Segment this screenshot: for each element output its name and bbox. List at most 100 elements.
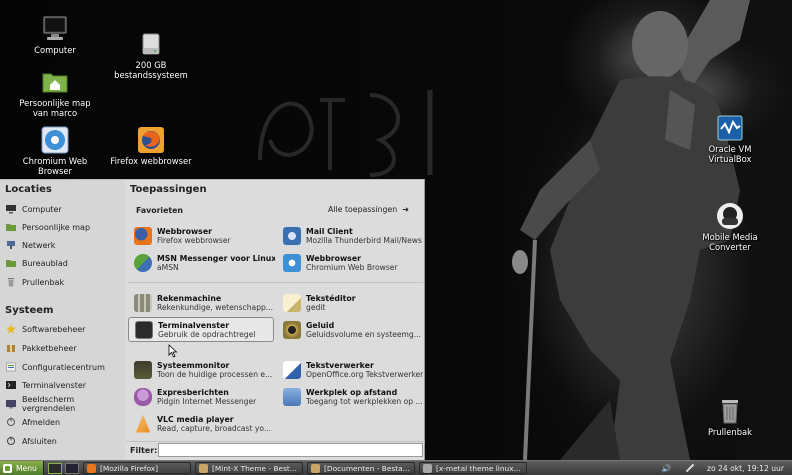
desktop-icon-filesystem[interactable]: 200 GB bestandssysteem	[106, 30, 196, 80]
system-software-manager[interactable]: Softwarebeheer	[6, 321, 85, 337]
app-chromium[interactable]: Webbrowser Chromium Web Browser	[277, 250, 423, 275]
location-computer[interactable]: Computer	[6, 201, 62, 217]
word-processor-icon	[283, 360, 301, 379]
app-pidgin[interactable]: Expresberichten Pidgin Internet Messenger	[128, 384, 274, 409]
favorites-label: Favorieten	[136, 206, 183, 215]
app-terminal[interactable]: Terminalvenster Gebruik de opdrachtregel	[128, 317, 274, 342]
app-desc: Toegang tot werkplekken op ...	[306, 396, 423, 406]
location-label: Netwerk	[22, 240, 56, 250]
mint-menu: Locaties Computer Persoonlijke map Netwe…	[0, 179, 425, 461]
arrow-right-icon: ➜	[402, 205, 409, 214]
system-lock-screen[interactable]: Beeldscherm vergrendelen	[6, 395, 125, 413]
task-label: [Mozilla Firefox]	[100, 463, 159, 473]
location-label: Computer	[22, 204, 62, 214]
location-network[interactable]: Netwerk	[6, 237, 55, 253]
location-home[interactable]: Persoonlijke map	[6, 219, 90, 235]
app-title: Expresberichten	[157, 387, 229, 397]
menu-button[interactable]: Menu	[0, 461, 44, 475]
app-desc: gedit	[306, 302, 326, 312]
desktop-icon-label: Firefox webbrowser	[110, 156, 192, 166]
app-title: VLC media player	[157, 414, 234, 424]
desktop-icon-firefox[interactable]: Firefox webbrowser	[106, 126, 196, 166]
favorites-separator	[128, 282, 423, 283]
system-control-center[interactable]: Configuratiecentrum	[6, 359, 105, 375]
terminal-icon	[135, 320, 153, 339]
logout-icon	[7, 417, 15, 426]
desktop-icon-mobile-media-converter[interactable]: Mobile Media Converter	[685, 202, 775, 252]
system-label: Terminalvenster	[22, 380, 87, 390]
folder-icon	[199, 463, 208, 473]
hard-drive-icon	[137, 30, 165, 58]
app-title: Rekenmachine	[157, 293, 222, 303]
app-remote-desktop[interactable]: Werkplek op afstand Toegang tot werkplekk…	[277, 384, 423, 409]
network-icon	[7, 241, 15, 249]
desktop-icon-label: Chromium Web Browser	[22, 156, 88, 176]
desktop-icon-home-folder[interactable]: Persoonlijke map van marco	[10, 68, 100, 118]
filter-input[interactable]	[158, 443, 423, 457]
menu-right-pane: Toepassingen Favorieten Alle toepassinge…	[126, 180, 425, 461]
home-folder-icon	[6, 224, 16, 231]
taskbar-item-firefox[interactable]: [Mozilla Firefox]	[83, 462, 191, 474]
app-writer[interactable]: Tekstverwerker OpenOffice.org Tekstverwer…	[277, 357, 423, 382]
chromium-icon	[41, 126, 69, 154]
remote-desktop-icon	[283, 387, 301, 406]
app-firefox[interactable]: Webbrowser Firefox webbrowser	[128, 223, 274, 248]
system-title: Systeem	[5, 305, 54, 316]
clock[interactable]: zo 24 okt, 19:12 uur	[707, 464, 784, 473]
network-wand-icon[interactable]	[685, 463, 695, 473]
all-applications-button[interactable]: Alle toepassingen ➜	[328, 205, 409, 214]
menu-button-label: Menu	[16, 463, 37, 473]
trash-icon	[716, 397, 744, 425]
volume-icon[interactable]: 🔊	[662, 464, 671, 473]
app-vlc[interactable]: VLC media player Read, capture, broadcast…	[128, 411, 274, 436]
lock-screen-icon	[6, 400, 16, 409]
app-desc: Gebruik de opdrachtregel	[158, 329, 256, 339]
package-icon	[7, 345, 15, 352]
app-system-monitor[interactable]: Systeemmonitor Toon de huidige processen …	[128, 357, 274, 382]
system-logout[interactable]: Afmelden	[6, 414, 60, 430]
power-icon	[7, 436, 15, 445]
msn-messenger-icon	[134, 253, 152, 272]
chromium-icon	[283, 253, 301, 272]
virtualbox-icon	[716, 114, 744, 142]
location-trash[interactable]: Prullenbak	[6, 274, 64, 290]
menu-left-pane: Locaties Computer Persoonlijke map Netwe…	[0, 180, 125, 461]
system-terminal[interactable]: Terminalvenster	[6, 377, 86, 393]
app-desc: Pidgin Internet Messenger	[157, 396, 257, 406]
taskbar-item-mint-theme[interactable]: [Mint-X Theme - Best...	[195, 462, 303, 474]
app-gedit[interactable]: Tekstéditor gedit	[277, 290, 423, 315]
terminal-launcher-icon[interactable]	[65, 462, 79, 474]
app-calculator[interactable]: Rekenmachine Rekenkundige, wetenschapp...	[128, 290, 274, 315]
app-desc: Firefox webbrowser	[157, 235, 231, 245]
desktop-icon-computer[interactable]: Computer	[10, 15, 100, 55]
system-label: Softwarebeheer	[22, 324, 86, 334]
desktop-icon-chromium[interactable]: Chromium Web Browser	[10, 126, 100, 176]
desktop-icon-virtualbox[interactable]: Oracle VM VirtualBox	[685, 114, 775, 164]
show-desktop-button[interactable]	[48, 462, 62, 474]
taskbar-item-documenten[interactable]: [Documenten - Besta...	[307, 462, 415, 474]
settings-icon	[6, 362, 16, 372]
applications-title: Toepassingen	[130, 184, 207, 195]
app-amsn[interactable]: MSN Messenger voor Linux aMSN	[128, 250, 275, 275]
taskbar-item-x-metal[interactable]: [x-metal theme linux...	[419, 462, 527, 474]
desktop-icon-label: Computer	[34, 45, 76, 55]
system-shutdown[interactable]: Afsluiten	[6, 433, 57, 449]
desktop-icon-label: Mobile Media Converter	[702, 232, 758, 252]
location-desktop[interactable]: Bureaublad	[6, 255, 68, 271]
system-label: Afsluiten	[22, 436, 57, 446]
calculator-icon	[134, 293, 152, 312]
all-applications-label: Alle toepassingen	[328, 205, 398, 214]
app-sound[interactable]: Geluid Geluidsvolume en systeemg...	[277, 317, 423, 342]
system-label: Configuratiecentrum	[22, 362, 105, 372]
app-thunderbird[interactable]: Mail Client Mozilla Thunderbird Mail/News	[277, 223, 423, 248]
system-package-manager[interactable]: Pakketbeheer	[6, 340, 77, 356]
firefox-icon	[134, 226, 152, 245]
bottom-panel: Menu [Mozilla Firefox] [Mint-X Theme - B…	[0, 460, 792, 475]
desktop-folder-icon	[6, 260, 16, 267]
app-desc: aMSN	[157, 262, 179, 272]
desktop-icon-label: 200 GB bestandssysteem	[114, 60, 188, 80]
task-label: [Documenten - Besta...	[324, 463, 410, 473]
desktop-icon-trash[interactable]: Prullenbak	[685, 397, 775, 437]
app-desc: Rekenkundige, wetenschapp...	[157, 302, 274, 312]
app-title: Terminalvenster	[158, 320, 230, 330]
